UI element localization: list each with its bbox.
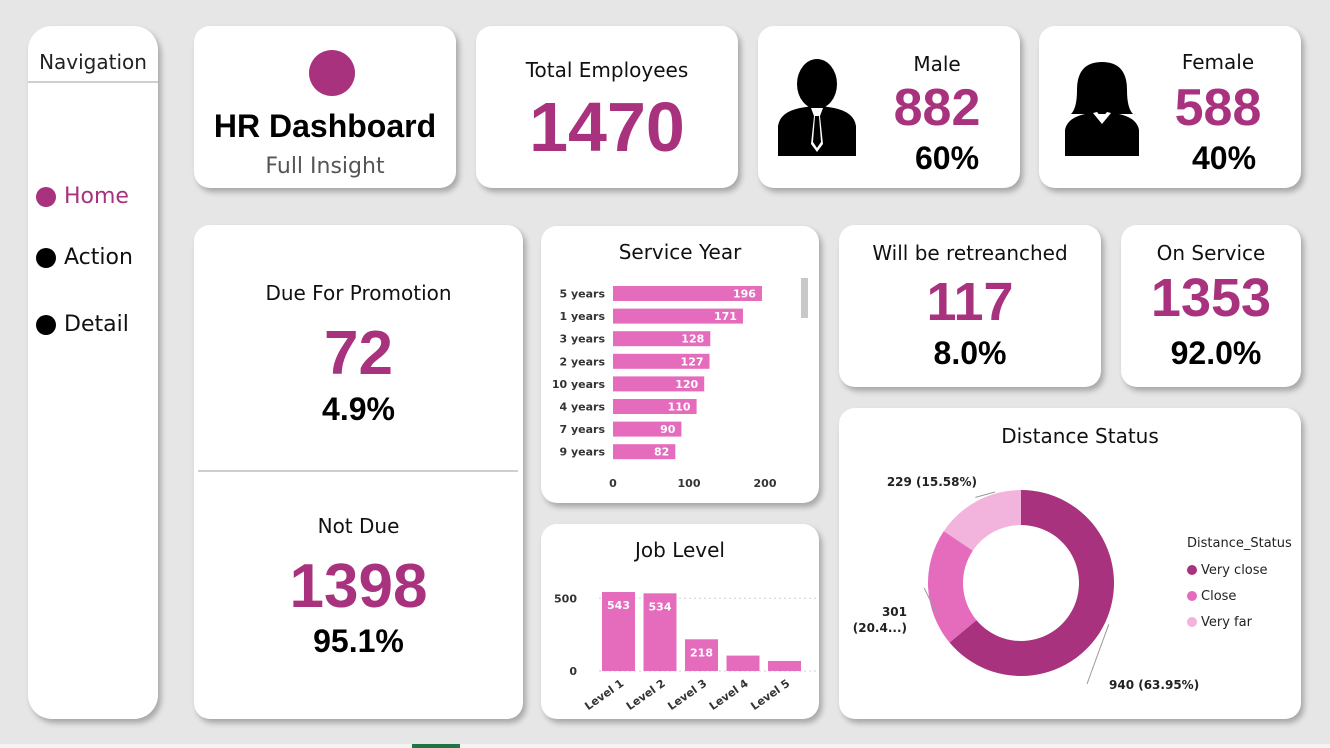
x-tick-label: Level 1 bbox=[582, 677, 626, 713]
bar-category-label: 9 years bbox=[559, 446, 605, 459]
distance-status-card: Distance Status 940 (63.95%) 301 (20.4...)… bbox=[839, 408, 1301, 719]
x-tick-label: 100 bbox=[678, 477, 701, 490]
due-promotion-percent: 4.9% bbox=[322, 391, 395, 427]
promotion-divider bbox=[198, 470, 518, 472]
bar-data-label: 90 bbox=[660, 423, 676, 436]
on-service-value: 1353 bbox=[1150, 268, 1272, 328]
bar-category-label: 2 years bbox=[559, 355, 605, 368]
page-subtitle: Full Insight bbox=[265, 154, 385, 179]
nav-item-label: Action bbox=[64, 245, 133, 270]
circle-icon bbox=[36, 186, 56, 207]
bar-data-label: 171 bbox=[714, 310, 737, 323]
female-person-icon bbox=[1065, 62, 1139, 156]
legend-title: Distance_Status bbox=[1187, 536, 1292, 551]
bar-category-label: 3 years bbox=[559, 333, 605, 346]
on-service-percent: 92.0% bbox=[1170, 335, 1262, 371]
legend-dot bbox=[1187, 565, 1197, 575]
nav-item-detail[interactable]: Detail bbox=[36, 312, 129, 337]
bar-data-label: 196 bbox=[733, 288, 756, 301]
bar-category-label: 7 years bbox=[559, 423, 605, 436]
female-label: Female bbox=[1181, 50, 1255, 74]
x-tick-label: 200 bbox=[754, 477, 777, 490]
female-percent: 40% bbox=[1191, 140, 1257, 176]
job-level-chart: 0500543Level 1534Level 2218Level 3Level … bbox=[554, 592, 817, 713]
total-employees-card: Total Employees 1470 bbox=[476, 26, 738, 188]
retrenched-percent: 8.0% bbox=[933, 335, 1007, 371]
legend-label: Very close bbox=[1201, 562, 1268, 578]
slice-data-label-continued: (20.4...) bbox=[853, 621, 907, 635]
legend-item-close[interactable]: Close bbox=[1187, 583, 1292, 609]
navigation-divider bbox=[28, 81, 158, 83]
legend-label: Close bbox=[1201, 588, 1237, 604]
bar-category-label: 4 years bbox=[559, 401, 605, 414]
total-employees-value: 1470 bbox=[529, 88, 685, 166]
retrenched-label: Will be retreanched bbox=[872, 241, 1068, 265]
legend-dot bbox=[1187, 591, 1197, 601]
on-service-card: On Service 1353 92.0% bbox=[1121, 225, 1301, 387]
due-promotion-value: 72 bbox=[324, 319, 393, 388]
legend-item-very-far[interactable]: Very far bbox=[1187, 609, 1292, 635]
active-tab-indicator[interactable] bbox=[412, 744, 460, 748]
circle-icon bbox=[36, 247, 56, 268]
header-card: HR Dashboard Full Insight bbox=[194, 26, 456, 188]
bar-data-label: 82 bbox=[654, 446, 669, 459]
not-due-value: 1398 bbox=[289, 552, 428, 621]
y-tick-label: 500 bbox=[554, 592, 577, 605]
legend-dot bbox=[1187, 617, 1197, 627]
nav-item-label: Detail bbox=[64, 312, 129, 337]
male-card: Male 882 60% bbox=[758, 26, 1020, 188]
chart-scrollbar[interactable] bbox=[801, 278, 808, 318]
slice-data-label: 940 (63.95%) bbox=[1109, 678, 1199, 692]
circle-icon bbox=[36, 314, 56, 335]
job-level-card: Job Level 0 500 543 Level 1 534 Level 2 218 Lev… bbox=[541, 524, 819, 719]
circle-icon bbox=[309, 50, 355, 96]
female-value: 588 bbox=[1174, 79, 1262, 137]
bar-data-label: 534 bbox=[649, 600, 672, 613]
slice-data-label: 301 bbox=[882, 605, 907, 619]
slice-data-label: 229 (15.58%) bbox=[887, 475, 977, 489]
page-title: HR Dashboard bbox=[213, 108, 437, 144]
male-label: Male bbox=[913, 52, 961, 76]
x-tick-label: Level 2 bbox=[624, 677, 668, 713]
promotion-card: Due For Promotion 72 4.9% Not Due 1398 9… bbox=[194, 225, 523, 719]
x-tick-label: Level 5 bbox=[748, 677, 792, 713]
nav-item-label: Home bbox=[64, 184, 129, 209]
legend-item-very-close[interactable]: Very close bbox=[1187, 557, 1292, 583]
x-tick-label: Level 4 bbox=[707, 677, 751, 713]
service-year-chart: 5 years 196 1 years 171 3 years 128 2 years 127… bbox=[552, 286, 777, 490]
retrenched-value: 117 bbox=[926, 272, 1014, 332]
male-person-icon bbox=[778, 59, 856, 156]
nav-item-action[interactable]: Action bbox=[36, 245, 133, 270]
x-tick-label: 0 bbox=[609, 477, 617, 490]
bar-data-label: 218 bbox=[690, 646, 713, 659]
total-employees-label: Total Employees bbox=[525, 58, 689, 82]
female-card: Female 588 40% bbox=[1039, 26, 1301, 188]
bar-category-label: 1 years bbox=[559, 310, 605, 323]
bar-data-label: 128 bbox=[681, 333, 704, 346]
nav-item-home[interactable]: Home bbox=[36, 184, 129, 209]
legend: Distance_Status Very close Close Very fa… bbox=[1187, 536, 1292, 635]
bar bbox=[726, 655, 760, 671]
bottom-tab-strip bbox=[0, 744, 1330, 748]
retrenched-card: Will be retreanched 117 8.0% bbox=[839, 225, 1101, 387]
not-due-percent: 95.1% bbox=[313, 623, 404, 659]
service-year-card: Service Year 5 years 196 1 years 171 3 years… bbox=[541, 226, 819, 503]
bar-data-label: 120 bbox=[675, 378, 698, 391]
on-service-label: On Service bbox=[1156, 241, 1266, 265]
bar-category-label: 10 years bbox=[552, 378, 606, 391]
male-value: 882 bbox=[893, 79, 981, 137]
navigation-panel: Navigation Home Action Detail bbox=[28, 26, 158, 719]
navigation-title: Navigation bbox=[39, 50, 147, 74]
due-promotion-label: Due For Promotion bbox=[265, 281, 452, 305]
male-percent: 60% bbox=[914, 140, 980, 176]
bar-data-label: 127 bbox=[681, 355, 704, 368]
bar bbox=[768, 660, 801, 671]
bar-data-label: 543 bbox=[607, 599, 630, 612]
legend-label: Very far bbox=[1201, 614, 1252, 630]
bar-data-label: 110 bbox=[668, 401, 691, 414]
y-tick-label: 0 bbox=[569, 665, 577, 678]
x-tick-label: Level 3 bbox=[665, 677, 709, 713]
bar-category-label: 5 years bbox=[559, 288, 605, 301]
not-due-label: Not Due bbox=[317, 514, 400, 538]
